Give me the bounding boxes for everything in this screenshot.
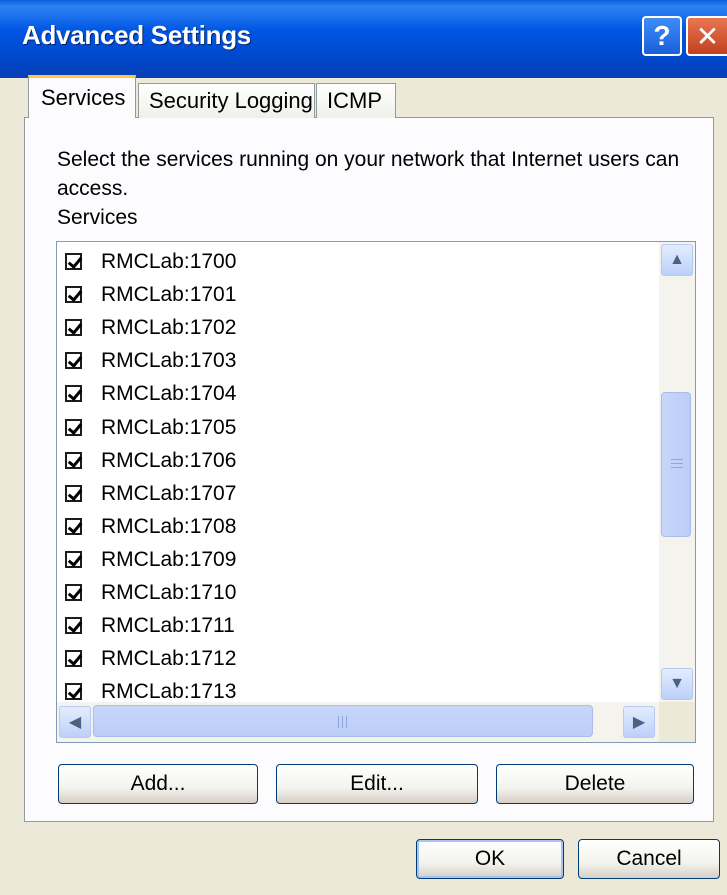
help-icon: ? [653, 20, 671, 51]
list-item-label: RMCLab:1703 [101, 348, 237, 372]
tab-label: Services [41, 85, 126, 110]
scrollbar-corner [659, 702, 695, 742]
list-item[interactable]: RMCLab:1704 [65, 377, 236, 410]
services-list-label: Services [57, 206, 138, 229]
chevron-down-icon: ▼ [669, 675, 685, 692]
list-item[interactable]: RMCLab:1706 [65, 444, 236, 477]
list-item[interactable]: RMCLab:1713 [65, 675, 236, 702]
checkbox[interactable] [65, 452, 82, 469]
list-item-label: RMCLab:1705 [101, 415, 237, 439]
list-item[interactable]: RMCLab:1709 [65, 543, 236, 576]
horizontal-scrollbar[interactable]: ◀ ▶ [57, 702, 659, 742]
list-item-label: RMCLab:1711 [101, 613, 235, 637]
grip-line [346, 716, 347, 728]
checkbox[interactable] [65, 419, 82, 436]
checkbox[interactable] [65, 485, 82, 502]
list-item-label: RMCLab:1704 [101, 381, 237, 405]
list-item[interactable]: RMCLab:1700 [65, 245, 236, 278]
horizontal-scroll-thumb[interactable] [93, 705, 593, 737]
delete-button[interactable]: Delete [496, 764, 694, 804]
services-listbox[interactable]: RMCLab:1700 RMCLab:1701 RMCLab:1702 RMCL… [56, 241, 696, 743]
list-item-label: RMCLab:1701 [101, 282, 237, 306]
checkbox[interactable] [65, 385, 82, 402]
checkbox[interactable] [65, 650, 82, 667]
grip-line [342, 716, 343, 728]
tab-security-logging[interactable]: Security Logging [138, 83, 315, 118]
list-item-label: RMCLab:1702 [101, 315, 237, 339]
grip-line [338, 716, 339, 728]
checkbox[interactable] [65, 286, 82, 303]
checkbox[interactable] [65, 584, 82, 601]
list-item-label: RMCLab:1700 [101, 249, 237, 273]
scroll-left-button[interactable]: ◀ [59, 706, 91, 738]
close-icon: ✕ [695, 20, 720, 52]
cancel-button[interactable]: Cancel [578, 839, 720, 879]
list-item-label: RMCLab:1709 [101, 547, 237, 571]
tab-label: Security Logging [149, 88, 313, 113]
list-item[interactable]: RMCLab:1711 [65, 609, 235, 642]
list-item[interactable]: RMCLab:1703 [65, 344, 236, 377]
window-title: Advanced Settings [22, 20, 251, 50]
list-item[interactable]: RMCLab:1701 [65, 278, 236, 311]
checkbox[interactable] [65, 518, 82, 535]
grip-line [671, 459, 683, 460]
scroll-up-button[interactable]: ▲ [661, 244, 693, 276]
tab-label: ICMP [327, 88, 382, 113]
services-list: RMCLab:1700 RMCLab:1701 RMCLab:1702 RMCL… [57, 242, 661, 702]
list-item[interactable]: RMCLab:1707 [65, 477, 236, 510]
list-item-label: RMCLab:1713 [101, 679, 237, 703]
chevron-right-icon: ▶ [632, 714, 646, 731]
checkbox[interactable] [65, 253, 82, 270]
help-button[interactable]: ? [642, 16, 682, 56]
title-bar[interactable]: Advanced Settings ? ✕ [0, 0, 727, 78]
grip-line [671, 467, 683, 468]
chevron-left-icon: ◀ [68, 714, 82, 731]
vertical-scrollbar[interactable]: ▲ ▼ [659, 242, 695, 702]
list-item-label: RMCLab:1708 [101, 514, 237, 538]
vertical-scroll-thumb[interactable] [661, 392, 691, 537]
chevron-up-icon: ▲ [669, 251, 685, 268]
scroll-right-button[interactable]: ▶ [623, 706, 655, 738]
checkbox[interactable] [65, 683, 82, 700]
tab-icmp[interactable]: ICMP [316, 83, 396, 118]
close-button[interactable]: ✕ [686, 16, 727, 56]
checkbox[interactable] [65, 617, 82, 634]
grip-line [671, 463, 683, 464]
scroll-down-button[interactable]: ▼ [661, 668, 693, 700]
list-item[interactable]: RMCLab:1702 [65, 311, 236, 344]
list-item-label: RMCLab:1710 [101, 580, 237, 604]
list-item-label: RMCLab:1706 [101, 448, 237, 472]
services-description: Select the services running on your netw… [57, 148, 680, 200]
ok-button[interactable]: OK [416, 839, 564, 879]
list-item-label: RMCLab:1707 [101, 481, 237, 505]
checkbox[interactable] [65, 352, 82, 369]
add-button[interactable]: Add... [58, 764, 258, 804]
list-item[interactable]: RMCLab:1712 [65, 642, 236, 675]
list-item[interactable]: RMCLab:1710 [65, 576, 236, 609]
checkbox[interactable] [65, 551, 82, 568]
list-item[interactable]: RMCLab:1708 [65, 510, 236, 543]
edit-button[interactable]: Edit... [276, 764, 478, 804]
list-item[interactable]: RMCLab:1705 [65, 411, 236, 444]
tab-services[interactable]: Services [28, 75, 136, 118]
list-item-label: RMCLab:1712 [101, 646, 237, 670]
checkbox[interactable] [65, 319, 82, 336]
